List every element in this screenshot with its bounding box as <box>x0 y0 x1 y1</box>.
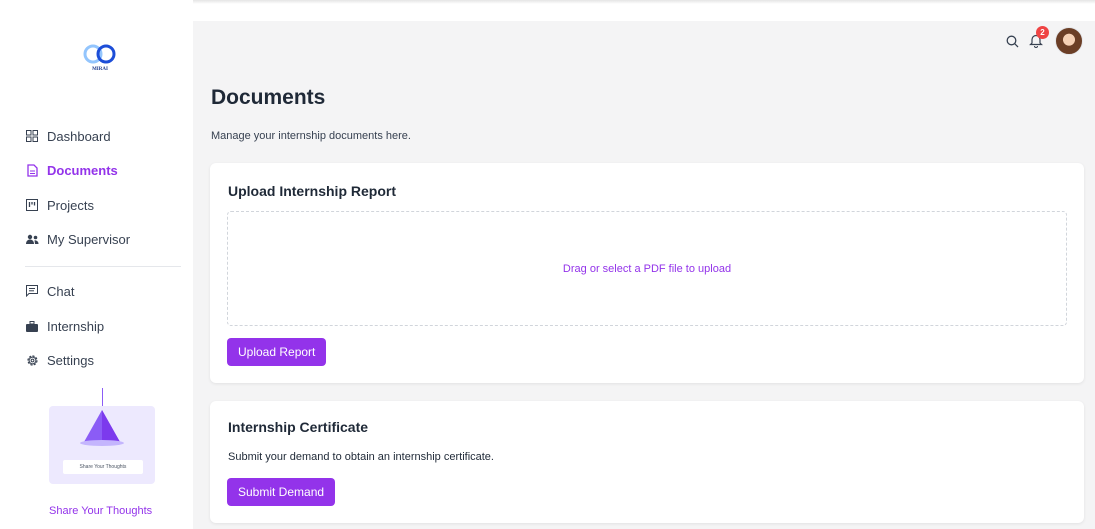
sidebar-item-label: Internship <box>47 318 105 334</box>
notification-badge: 2 <box>1036 26 1049 39</box>
sidebar-item-documents[interactable]: Documents <box>25 159 118 181</box>
document-icon <box>25 163 39 177</box>
page-title: Documents <box>211 86 326 109</box>
chat-icon <box>25 284 39 298</box>
share-thoughts-link[interactable]: Share Your Thoughts <box>49 505 152 517</box>
sidebar-item-label: Documents <box>47 162 118 178</box>
lamp-illustration <box>80 410 124 446</box>
user-avatar[interactable] <box>1055 27 1083 55</box>
logo-icon <box>83 44 116 64</box>
topbar-actions: 2 <box>1006 26 1083 55</box>
notification-button[interactable]: 2 <box>1029 26 1049 49</box>
certificate-card-title: Internship Certificate <box>228 419 369 435</box>
pdf-dropzone[interactable]: Drag or select a PDF file to upload <box>227 211 1067 326</box>
sidebar-item-label: Settings <box>47 352 94 368</box>
sidebar-item-projects[interactable]: Projects <box>25 194 94 216</box>
sidebar-item-label: Chat <box>47 283 75 299</box>
dropzone-text: Drag or select a PDF file to upload <box>562 262 732 275</box>
upload-report-card: Upload Internship Report Drag or select … <box>210 163 1084 383</box>
grid-icon <box>25 129 39 143</box>
users-icon <box>25 232 39 246</box>
sidebar-divider <box>25 266 181 267</box>
sidebar-item-dashboard[interactable]: Dashboard <box>25 125 111 147</box>
sidebar-item-label: My Supervisor <box>47 231 131 247</box>
sidebar-item-my-supervisor[interactable]: My Supervisor <box>25 228 130 250</box>
sidebar-item-internship[interactable]: Internship <box>25 315 104 337</box>
certificate-card: Internship Certificate Submit your deman… <box>210 401 1084 523</box>
gear-icon <box>25 353 39 367</box>
feedback-promo-card: Share Your Thoughts <box>49 406 155 484</box>
sidebar-item-settings[interactable]: Settings <box>25 349 94 371</box>
app-logo[interactable]: MIRAI <box>78 42 122 76</box>
sidebar: MIRAI Dashboard Documents Projects My Su… <box>0 0 193 529</box>
kanban-icon <box>25 198 39 212</box>
logo-text: MIRAI <box>92 67 108 72</box>
search-icon[interactable] <box>1006 35 1019 48</box>
certificate-description: Submit your demand to obtain an internsh… <box>228 451 494 463</box>
share-thoughts-button[interactable]: Share Your Thoughts <box>63 460 143 474</box>
page-subtitle: Manage your internship documents here. <box>211 130 411 142</box>
upload-card-title: Upload Internship Report <box>228 183 396 199</box>
sidebar-item-chat[interactable]: Chat <box>25 280 74 302</box>
sidebar-item-label: Dashboard <box>47 128 111 144</box>
briefcase-icon <box>25 319 39 333</box>
upload-report-button[interactable]: Upload Report <box>227 338 327 366</box>
sidebar-item-label: Projects <box>47 197 94 213</box>
submit-demand-button[interactable]: Submit Demand <box>227 478 336 506</box>
